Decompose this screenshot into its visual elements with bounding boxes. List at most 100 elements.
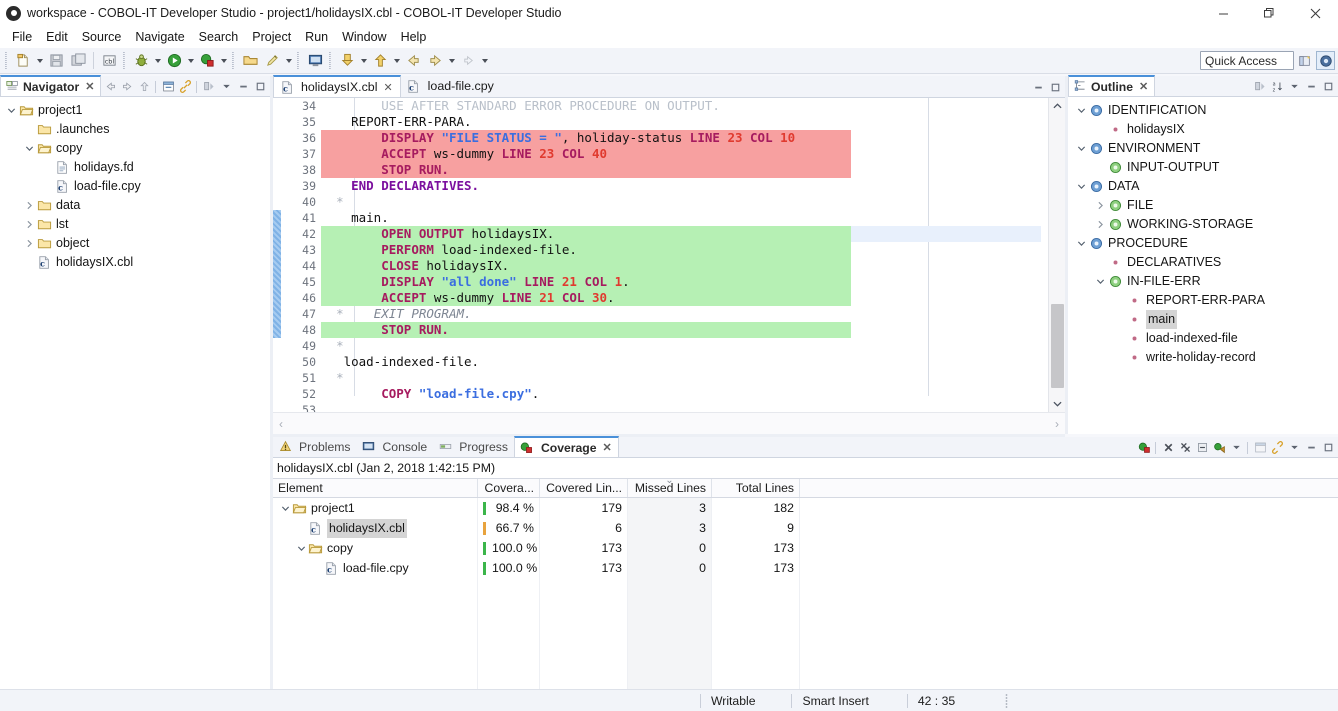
outline-item-file[interactable]: FILE bbox=[1068, 196, 1338, 215]
save-icon[interactable] bbox=[46, 51, 66, 71]
table-row[interactable]: cload-file.cpy100.0 %1730173 bbox=[273, 558, 1338, 578]
bottom-tab-problems[interactable]: Problems bbox=[273, 436, 356, 457]
code-line[interactable] bbox=[321, 402, 1041, 412]
close-icon[interactable]: ✕ bbox=[1139, 80, 1148, 93]
bottom-tab-console[interactable]: Console bbox=[356, 436, 433, 457]
code-line[interactable]: STOP RUN. bbox=[321, 322, 1041, 338]
marker-dropdown-arrow[interactable] bbox=[283, 51, 294, 71]
coverage-col-total-lines[interactable]: Total Lines bbox=[712, 479, 800, 497]
download-dropdown-arrow[interactable] bbox=[358, 51, 369, 71]
code-viewport[interactable]: USE AFTER STANDARD ERROR PROCEDURE ON OU… bbox=[321, 98, 1041, 412]
bottom-tab-coverage[interactable]: Coverage✕ bbox=[514, 436, 619, 457]
code-line[interactable]: OPEN OUTPUT holidaysIX. bbox=[321, 226, 1041, 242]
debug-icon[interactable] bbox=[131, 51, 151, 71]
minimize-icon[interactable] bbox=[1303, 79, 1319, 95]
coverage-col-covered-lin-[interactable]: Covered Lin... bbox=[540, 479, 628, 497]
toolbar-grip-5[interactable] bbox=[329, 52, 333, 69]
next-annotation-icon[interactable] bbox=[458, 51, 478, 71]
menu-item-help[interactable]: Help bbox=[394, 28, 434, 46]
sort-alphabetically-icon[interactable]: az bbox=[1269, 79, 1285, 95]
scroll-thumb[interactable] bbox=[1051, 304, 1064, 388]
up-icon[interactable] bbox=[136, 79, 152, 95]
next-annotation-dropdown-arrow[interactable] bbox=[479, 51, 490, 71]
new-file-icon[interactable] bbox=[13, 51, 33, 71]
maximize-icon[interactable] bbox=[252, 79, 268, 95]
code-line[interactable]: REPORT-ERR-PARA. bbox=[321, 114, 1041, 130]
maximize-icon[interactable] bbox=[1320, 440, 1336, 456]
scroll-up-arrow[interactable] bbox=[1049, 98, 1065, 115]
minimize-icon[interactable] bbox=[235, 79, 251, 95]
minimize-button[interactable] bbox=[1200, 0, 1246, 26]
code-line[interactable]: main. bbox=[321, 210, 1041, 226]
up-nav-dropdown-arrow[interactable] bbox=[391, 51, 402, 71]
code-line[interactable]: END DECLARATIVES. bbox=[321, 178, 1041, 194]
outline-item-declaratives[interactable]: DECLARATIVES bbox=[1068, 253, 1338, 272]
collapse-all-icon[interactable] bbox=[160, 79, 176, 95]
menu-item-run[interactable]: Run bbox=[298, 28, 335, 46]
focus-icon[interactable] bbox=[1252, 79, 1268, 95]
code-line[interactable]: ACCEPT ws-dummy LINE 23 COL 40 bbox=[321, 146, 1041, 162]
code-line[interactable]: DISPLAY "all done" LINE 21 COL 1. bbox=[321, 274, 1041, 290]
new-dropdown-arrow[interactable] bbox=[34, 51, 45, 71]
scroll-right-arrow[interactable]: › bbox=[1055, 417, 1059, 431]
code-line[interactable]: * bbox=[321, 338, 1041, 354]
link-session-icon[interactable] bbox=[1252, 440, 1268, 456]
editor-horizontal-scrollbar[interactable]: ‹ › bbox=[273, 412, 1065, 434]
coverage-session-icon[interactable] bbox=[1136, 440, 1152, 456]
outline-item-data[interactable]: DATA bbox=[1068, 177, 1338, 196]
forward-dropdown-arrow[interactable] bbox=[446, 51, 457, 71]
editor-tab-load-file-cpy[interactable]: cload-file.cpy bbox=[401, 75, 501, 97]
tab-outline[interactable]: Outline ✕ bbox=[1068, 75, 1155, 96]
link-with-selection-icon[interactable] bbox=[1269, 440, 1285, 456]
nav-tree-item--launches[interactable]: .launches bbox=[0, 120, 270, 139]
code-line[interactable]: USE AFTER STANDARD ERROR PROCEDURE ON OU… bbox=[321, 98, 1041, 114]
outline-item-main[interactable]: main bbox=[1068, 310, 1338, 329]
collapse-all-icon[interactable] bbox=[1194, 440, 1210, 456]
scroll-down-arrow[interactable] bbox=[1049, 395, 1065, 412]
close-icon[interactable]: ✕ bbox=[603, 441, 612, 454]
coverage-col-covera-[interactable]: Covera... bbox=[478, 479, 540, 497]
nav-tree-item-copy[interactable]: copy bbox=[0, 139, 270, 158]
download-icon[interactable] bbox=[337, 51, 357, 71]
build-icon[interactable]: cbl bbox=[99, 51, 119, 71]
code-line[interactable]: load-indexed-file. bbox=[321, 354, 1041, 370]
outline-item-write-holiday-record[interactable]: write-holiday-record bbox=[1068, 348, 1338, 367]
restore-button[interactable] bbox=[1246, 0, 1292, 26]
bottom-tab-progress[interactable]: Progress bbox=[433, 436, 514, 457]
forward-icon[interactable] bbox=[119, 79, 135, 95]
nav-tree-item-load-file-cpy[interactable]: cload-file.cpy bbox=[0, 177, 270, 196]
console-icon[interactable] bbox=[305, 51, 325, 71]
forward-icon[interactable] bbox=[425, 51, 445, 71]
status-resize-grip[interactable] bbox=[1001, 694, 1011, 708]
run-dropdown-arrow[interactable] bbox=[185, 51, 196, 71]
code-line[interactable]: COPY "load-file.cpy". bbox=[321, 386, 1041, 402]
back-icon[interactable] bbox=[102, 79, 118, 95]
close-button[interactable] bbox=[1292, 0, 1338, 26]
editor-maximize-icon[interactable] bbox=[1047, 79, 1063, 95]
toolbar-grip-4[interactable] bbox=[297, 52, 301, 69]
view-menu-icon[interactable] bbox=[1286, 79, 1302, 95]
close-icon[interactable]: ✕ bbox=[383, 81, 392, 94]
menu-item-search[interactable]: Search bbox=[192, 28, 246, 46]
toolbar-grip-2[interactable] bbox=[123, 52, 127, 69]
outline-item-environment[interactable]: ENVIRONMENT bbox=[1068, 139, 1338, 158]
nav-tree-item-holidaysix-cbl[interactable]: cholidaysIX.cbl bbox=[0, 253, 270, 272]
menu-item-project[interactable]: Project bbox=[245, 28, 298, 46]
table-row[interactable]: project198.4 %1793182 bbox=[273, 498, 1338, 518]
view-menu-icon[interactable] bbox=[218, 79, 234, 95]
marker-icon[interactable] bbox=[262, 51, 282, 71]
table-row[interactable]: copy100.0 %1730173 bbox=[273, 538, 1338, 558]
outline-item-report-err-para[interactable]: REPORT-ERR-PARA bbox=[1068, 291, 1338, 310]
maximize-icon[interactable] bbox=[1320, 79, 1336, 95]
nav-tree-item-project1[interactable]: project1 bbox=[0, 101, 270, 120]
quick-access-input[interactable]: Quick Access bbox=[1200, 51, 1294, 70]
outline-item-identification[interactable]: IDENTIFICATION bbox=[1068, 101, 1338, 120]
code-line[interactable]: CLOSE holidaysIX. bbox=[321, 258, 1041, 274]
up-nav-icon[interactable] bbox=[370, 51, 390, 71]
debug-dropdown-arrow[interactable] bbox=[152, 51, 163, 71]
nav-tree-item-lst[interactable]: lst bbox=[0, 215, 270, 234]
remove-all-sessions-icon[interactable] bbox=[1177, 440, 1193, 456]
toolbar-grip-3[interactable] bbox=[232, 52, 236, 69]
menu-item-file[interactable]: File bbox=[5, 28, 39, 46]
code-line[interactable]: PERFORM load-indexed-file. bbox=[321, 242, 1041, 258]
